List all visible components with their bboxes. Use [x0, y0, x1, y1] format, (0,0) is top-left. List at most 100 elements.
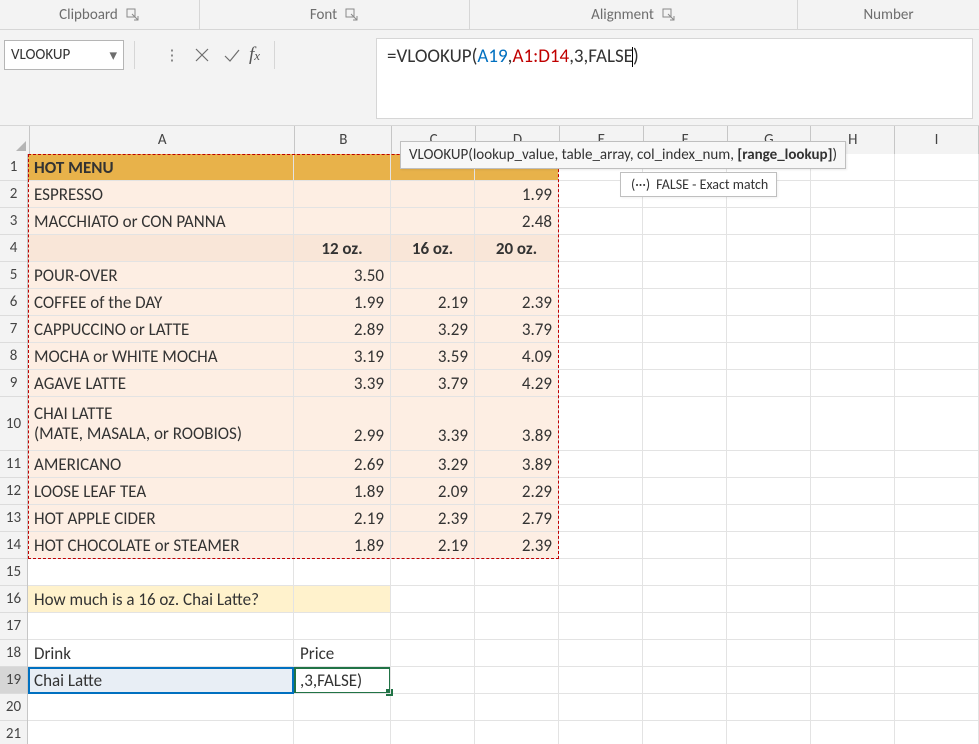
cell[interactable] [559, 505, 643, 532]
cell[interactable] [895, 316, 979, 343]
cell[interactable]: MOCHA or WHITE MOCHA [28, 343, 294, 370]
cell[interactable] [391, 181, 475, 208]
cell[interactable] [475, 694, 559, 721]
cell[interactable] [727, 208, 811, 235]
row-header[interactable]: 8 [0, 343, 27, 370]
cell[interactable] [811, 262, 895, 289]
cell[interactable] [895, 208, 979, 235]
cell[interactable] [727, 262, 811, 289]
cell[interactable] [28, 235, 294, 262]
cell[interactable]: Chai Latte [28, 667, 294, 694]
cell[interactable]: 16 oz. [391, 235, 475, 262]
cell[interactable] [559, 613, 643, 640]
cell[interactable]: 4.09 [475, 343, 559, 370]
cell[interactable] [294, 181, 391, 208]
row-header[interactable]: 4 [0, 235, 27, 262]
cell[interactable] [643, 721, 727, 744]
cell[interactable] [391, 262, 475, 289]
cell[interactable] [895, 532, 979, 559]
cell[interactable] [895, 154, 979, 181]
cell[interactable]: HOT MENU [28, 154, 294, 181]
cell[interactable] [475, 613, 559, 640]
cell[interactable] [727, 478, 811, 505]
cell[interactable]: 12 oz. [294, 235, 391, 262]
cell[interactable] [643, 667, 727, 694]
dialog-launcher-icon[interactable] [345, 8, 359, 22]
cell[interactable] [643, 505, 727, 532]
cell[interactable] [559, 289, 643, 316]
cell-active[interactable]: ,3,FALSE) [294, 667, 391, 694]
cell[interactable]: 3.79 [391, 370, 475, 397]
cell[interactable] [811, 667, 895, 694]
cell[interactable] [28, 694, 294, 721]
dots-icon[interactable]: ⋮ [159, 42, 185, 68]
cell[interactable]: MACCHIATO or CON PANNA [28, 208, 294, 235]
cell[interactable] [475, 586, 559, 613]
cell[interactable] [727, 640, 811, 667]
dialog-launcher-icon[interactable] [662, 8, 676, 22]
cell[interactable] [559, 721, 643, 744]
cell[interactable] [559, 586, 643, 613]
cell[interactable]: 2.89 [294, 316, 391, 343]
row-header[interactable]: 1 [0, 154, 27, 181]
cell[interactable] [727, 586, 811, 613]
cell[interactable] [811, 181, 895, 208]
cell[interactable]: HOT CHOCOLATE or STEAMER [28, 532, 294, 559]
cell[interactable]: AMERICANO [28, 451, 294, 478]
cell[interactable] [28, 613, 294, 640]
cell[interactable] [391, 559, 475, 586]
cell[interactable] [391, 208, 475, 235]
cell[interactable]: 2.29 [475, 478, 559, 505]
cell[interactable] [727, 370, 811, 397]
cell[interactable] [475, 559, 559, 586]
cell[interactable]: 1.89 [294, 532, 391, 559]
cell[interactable] [559, 262, 643, 289]
cell[interactable]: 3.29 [391, 316, 475, 343]
cell[interactable] [727, 505, 811, 532]
column-header[interactable]: I [895, 126, 979, 154]
row-header[interactable]: 17 [0, 613, 27, 640]
cell[interactable] [727, 694, 811, 721]
cell[interactable]: 2.79 [475, 505, 559, 532]
cell[interactable] [28, 559, 294, 586]
cell[interactable] [727, 316, 811, 343]
row-header[interactable]: 2 [0, 181, 27, 208]
cell[interactable] [391, 640, 475, 667]
cell[interactable]: 2.48 [475, 208, 559, 235]
cell[interactable] [811, 208, 895, 235]
cell[interactable] [895, 640, 979, 667]
cell[interactable]: 2.19 [391, 532, 475, 559]
cell[interactable] [391, 667, 475, 694]
cell[interactable]: 2.19 [294, 505, 391, 532]
dialog-launcher-icon[interactable] [126, 8, 140, 22]
cell[interactable]: 1.89 [294, 478, 391, 505]
cell[interactable] [643, 640, 727, 667]
cell[interactable]: 2.39 [475, 289, 559, 316]
select-all-button[interactable] [0, 126, 30, 154]
cell[interactable]: 3.50 [294, 262, 391, 289]
fx-icon[interactable]: fx [249, 44, 264, 66]
cell[interactable] [559, 208, 643, 235]
cell[interactable] [811, 586, 895, 613]
chevron-down-icon[interactable]: ▾ [109, 46, 117, 65]
name-box[interactable]: VLOOKUP ▾ [4, 40, 124, 70]
cell[interactable] [643, 397, 727, 451]
cell[interactable] [811, 370, 895, 397]
cell[interactable] [559, 532, 643, 559]
cell[interactable] [643, 370, 727, 397]
ribbon-group-alignment[interactable]: Alignment [470, 0, 798, 29]
cell[interactable]: 2.39 [391, 505, 475, 532]
cell[interactable] [727, 613, 811, 640]
cell[interactable] [559, 235, 643, 262]
cancel-icon[interactable] [189, 42, 215, 68]
cell[interactable]: 3.39 [294, 370, 391, 397]
cell[interactable]: 3.19 [294, 343, 391, 370]
row-header[interactable]: 7 [0, 316, 27, 343]
cell[interactable] [811, 640, 895, 667]
cell[interactable]: AGAVE LATTE [28, 370, 294, 397]
cell[interactable]: 20 oz. [475, 235, 559, 262]
cell[interactable] [28, 721, 294, 744]
cell[interactable] [727, 343, 811, 370]
cell[interactable]: 2.19 [391, 289, 475, 316]
cell[interactable] [727, 397, 811, 451]
